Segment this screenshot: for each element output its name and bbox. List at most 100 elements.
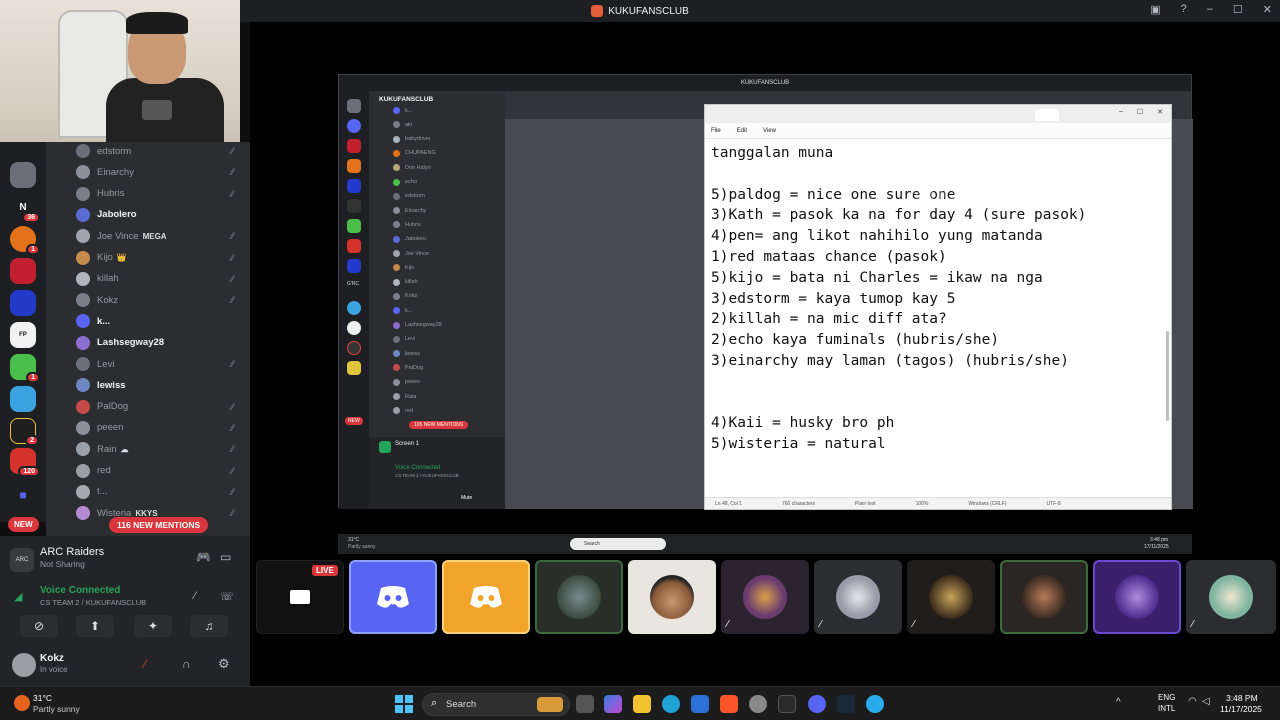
member-list-item[interactable]: Kijo 👑 ⁄⁄: [76, 249, 246, 267]
participant-tile[interactable]: [349, 560, 437, 634]
gamepad-icon[interactable]: 🎮: [196, 550, 211, 564]
headset-icon[interactable]: ∩: [182, 657, 191, 671]
volume-icon[interactable]: ◁: [1202, 696, 1210, 707]
help-icon[interactable]: ?: [1181, 3, 1187, 16]
member-list-item[interactable]: killah ⁄⁄: [76, 270, 246, 288]
server-icon[interactable]: 2: [10, 418, 39, 446]
start-windows-icon[interactable]: [395, 695, 413, 713]
server-icon[interactable]: N 36: [10, 194, 40, 223]
inner-member-item[interactable]: Hubris: [393, 221, 421, 229]
inner-member-item[interactable]: Jabolero: [393, 235, 426, 243]
inner-member-item[interactable]: Einarchy: [393, 207, 426, 215]
member-list-item[interactable]: Einarchy ⁄⁄: [76, 163, 246, 181]
participant-tile[interactable]: [628, 560, 716, 634]
inner-member-item[interactable]: Kijo: [393, 264, 414, 272]
member-list-item[interactable]: peeen ⁄⁄: [76, 419, 246, 437]
member-list-item[interactable]: edstorm ⁄⁄: [76, 142, 246, 160]
participant-tile[interactable]: [1093, 560, 1181, 634]
inner-member-item[interactable]: CHUPAENG: [393, 149, 436, 157]
wifi-icon[interactable]: ◠: [1188, 696, 1197, 707]
capcut-icon[interactable]: [778, 695, 796, 713]
inner-member-item[interactable]: red: [393, 407, 413, 415]
settings-gear-icon[interactable]: ⚙: [218, 656, 230, 672]
menu-file[interactable]: File: [711, 128, 721, 134]
member-list-item[interactable]: Hubris ⁄⁄: [76, 185, 246, 203]
folder-icon[interactable]: ■: [10, 482, 36, 508]
share-screen-button[interactable]: ⬆: [76, 615, 114, 637]
taskbar-search[interactable]: ⌕ Search: [422, 693, 570, 716]
inner-member-item[interactable]: babydriver: [393, 135, 431, 143]
inner-member-item[interactable]: k...: [393, 107, 412, 114]
server-icon[interactable]: [10, 258, 36, 284]
member-list-item[interactable]: k...: [76, 312, 246, 330]
mic-muted-icon[interactable]: ⁄: [144, 657, 146, 671]
member-list-item[interactable]: lewiss: [76, 376, 246, 394]
server-icon[interactable]: 1: [10, 354, 40, 383]
new-badge[interactable]: NEW: [8, 517, 39, 532]
member-list-item[interactable]: PalDog ⁄⁄: [76, 398, 246, 416]
steam-icon[interactable]: [837, 695, 855, 713]
member-list-item[interactable]: Joe Vince MEGA ⁄⁄: [76, 227, 246, 245]
voice-connected-title[interactable]: Voice Connected: [40, 585, 120, 596]
app-icon[interactable]: [749, 695, 767, 713]
soundboard-button[interactable]: ♫: [190, 615, 228, 637]
inner-mentions-button[interactable]: 105 NEW MENTIONS: [409, 421, 469, 429]
weather-temp[interactable]: 31°C: [33, 693, 52, 703]
inner-member-item[interactable]: Levi: [393, 335, 415, 343]
telegram-icon[interactable]: [866, 695, 884, 713]
file-explorer-icon[interactable]: [633, 695, 651, 713]
store-icon[interactable]: [691, 695, 709, 713]
inner-member-item[interactable]: echo: [393, 178, 417, 186]
language-indicator[interactable]: ENG: [1158, 693, 1175, 702]
member-list-item[interactable]: Lashsegway28: [76, 334, 246, 352]
server-icon[interactable]: [10, 290, 36, 316]
chevron-up-icon[interactable]: ^: [1116, 697, 1121, 708]
inner-member-item[interactable]: Don Hidyo: [393, 164, 431, 172]
notepad-scrollbar[interactable]: [1166, 331, 1169, 421]
inner-member-item[interactable]: Raia: [393, 393, 416, 400]
activities-button[interactable]: ✦: [134, 615, 172, 637]
member-list-item[interactable]: Levi ⁄⁄: [76, 355, 246, 373]
avatar[interactable]: [12, 653, 36, 677]
member-list-item[interactable]: t... ⁄⁄: [76, 483, 246, 501]
server-icon[interactable]: 1: [10, 226, 40, 255]
notepad-close-icon[interactable]: ✕: [1157, 108, 1163, 116]
maximize-icon[interactable]: ☐: [1233, 3, 1243, 16]
inner-member-item[interactable]: k...: [393, 307, 412, 315]
close-icon[interactable]: ✕: [1263, 3, 1272, 16]
participant-tile[interactable]: ⁄: [1186, 560, 1276, 634]
discord-icon[interactable]: [808, 695, 826, 713]
edge-icon[interactable]: [662, 695, 680, 713]
screen-share-icon[interactable]: ▭: [220, 550, 231, 564]
inner-member-item[interactable]: Kokz: [393, 292, 417, 300]
notepad-tabs[interactable]: – ☐ ✕: [705, 105, 1171, 123]
new-mentions-button[interactable]: 116 NEW MENTIONS: [109, 517, 209, 533]
participant-tile[interactable]: ⁄: [907, 560, 995, 634]
menu-view[interactable]: View: [763, 128, 776, 134]
copilot-icon[interactable]: [604, 695, 622, 713]
task-view-icon[interactable]: [576, 695, 594, 713]
voice-channel[interactable]: CS TEAM 2 / KUKUFANSCLUB: [40, 598, 146, 607]
member-list-item[interactable]: Jabolero: [76, 206, 246, 224]
notepad-minimize-icon[interactable]: –: [1119, 108, 1123, 116]
minimize-icon[interactable]: –: [1207, 3, 1213, 16]
inner-member-item[interactable]: PalDog: [393, 364, 423, 372]
participant-tile[interactable]: ⁄: [721, 560, 809, 634]
inner-member-item[interactable]: aki: [393, 121, 412, 129]
menu-edit[interactable]: Edit: [737, 128, 747, 134]
inner-member-item[interactable]: Joe Vince: [393, 250, 429, 257]
server-icon[interactable]: [10, 162, 36, 188]
server-icon[interactable]: FP: [10, 322, 36, 348]
inner-member-item[interactable]: Lashsegway28: [393, 321, 442, 329]
inner-member-item[interactable]: lewiss: [393, 350, 420, 358]
participant-tile[interactable]: ⁄: [814, 560, 902, 634]
noise-suppression-icon[interactable]: ⁄: [194, 590, 196, 602]
member-list-item[interactable]: red ⁄⁄: [76, 462, 246, 480]
inner-member-item[interactable]: killah: [393, 278, 418, 286]
notepad-maximize-icon[interactable]: ☐: [1137, 108, 1143, 116]
participant-tile[interactable]: [535, 560, 623, 634]
participant-tile[interactable]: [442, 560, 530, 634]
brave-icon[interactable]: [720, 695, 738, 713]
clock-date[interactable]: 11/17/2025: [1220, 704, 1262, 714]
inner-member-item[interactable]: edstorm: [393, 192, 425, 200]
